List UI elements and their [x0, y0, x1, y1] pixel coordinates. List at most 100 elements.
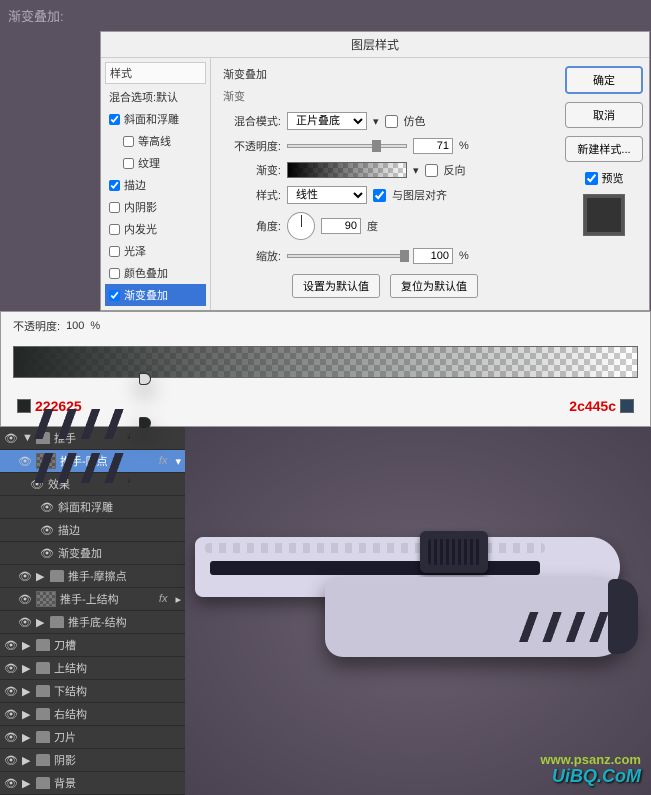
preview-swatch: [583, 194, 625, 236]
eye-icon[interactable]: 👁: [4, 662, 18, 675]
blend-options[interactable]: 混合选项:默认: [105, 86, 206, 108]
layer-group-bg[interactable]: 👁▶背景: [0, 772, 185, 795]
coloroverlay-checkbox[interactable]: [109, 268, 120, 279]
dialog-title: 图层样式: [101, 32, 649, 58]
eye-icon[interactable]: 👁: [18, 570, 32, 583]
style-contour[interactable]: 等高线: [105, 130, 206, 152]
knife-slider: [420, 531, 488, 573]
eye-icon[interactable]: 👁: [4, 639, 18, 652]
color-stop-left[interactable]: [9, 377, 21, 391]
gradientoverlay-checkbox[interactable]: [109, 290, 120, 301]
layer-group-upper[interactable]: 👁▶上结构: [0, 657, 185, 680]
reverse-checkbox[interactable]: [425, 164, 438, 177]
dropdown-icon[interactable]: ▾: [373, 115, 379, 128]
eye-icon[interactable]: 👁: [4, 777, 18, 790]
color-stop-right[interactable]: [630, 377, 642, 391]
gradient-bar[interactable]: [13, 346, 638, 378]
effect-gradient[interactable]: 👁渐变叠加: [0, 542, 185, 565]
bevel-checkbox[interactable]: [109, 114, 120, 125]
cancel-button[interactable]: 取消: [565, 102, 643, 128]
folder-icon: [36, 777, 50, 789]
gradient-editor: 不透明度: 100 % 222625 2c445c: [0, 311, 651, 427]
arrow-icon[interactable]: ▶: [22, 731, 32, 744]
effect-stroke[interactable]: 👁描边: [0, 519, 185, 542]
angle-dial[interactable]: [287, 212, 315, 240]
fx-badge[interactable]: fx: [159, 455, 172, 467]
folder-icon: [36, 754, 50, 766]
eye-icon[interactable]: 👁: [4, 685, 18, 698]
layer-bottom[interactable]: 👁▶推手底-结构: [0, 611, 185, 634]
arrow-icon[interactable]: ▶: [22, 708, 32, 721]
style-inner-glow[interactable]: 内发光: [105, 218, 206, 240]
layer-group-blade[interactable]: 👁▶刀片: [0, 726, 185, 749]
effect-bevel[interactable]: 👁斜面和浮雕: [0, 496, 185, 519]
texture-checkbox[interactable]: [123, 158, 134, 169]
eye-icon[interactable]: 👁: [40, 547, 54, 560]
layer-group-right[interactable]: 👁▶右结构: [0, 703, 185, 726]
arrow-icon[interactable]: ▶: [22, 685, 32, 698]
preview-checkbox[interactable]: [585, 172, 598, 185]
percent: %: [459, 140, 469, 152]
folder-icon: [36, 731, 50, 743]
innershadow-checkbox[interactable]: [109, 202, 120, 213]
style-texture[interactable]: 纹理: [105, 152, 206, 174]
arrow-icon[interactable]: ▶: [36, 570, 46, 583]
arrow-icon[interactable]: ▶: [22, 662, 32, 675]
reset-default-button[interactable]: 复位为默认值: [390, 274, 478, 298]
style-color-overlay[interactable]: 颜色叠加: [105, 262, 206, 284]
watermark2: www.psanz.com: [540, 752, 641, 767]
chevron-right-icon[interactable]: ▸: [175, 593, 181, 606]
dropdown-icon[interactable]: ▾: [413, 164, 419, 177]
align-checkbox[interactable]: [373, 189, 386, 202]
opacity-stop-left[interactable]: [9, 333, 21, 347]
contour-checkbox[interactable]: [123, 136, 134, 147]
folder-icon: [50, 616, 64, 628]
arrow-icon[interactable]: ▶: [22, 754, 32, 767]
layer-upper[interactable]: 👁推手-上结构fx▸: [0, 588, 185, 611]
gradient-preview[interactable]: [287, 162, 407, 178]
dither-checkbox[interactable]: [385, 115, 398, 128]
opacity-stop-right[interactable]: [630, 333, 642, 347]
layer-group-shadow[interactable]: 👁▶阴影: [0, 749, 185, 772]
arrow-icon[interactable]: ▶: [22, 639, 32, 652]
opacity-slider[interactable]: [287, 144, 407, 148]
layer-thumb: [36, 591, 56, 607]
opacity-input[interactable]: [413, 138, 453, 154]
dither-label: 仿色: [404, 113, 426, 129]
eye-icon[interactable]: 👁: [18, 616, 32, 629]
blend-mode-select[interactable]: 正片叠底: [287, 112, 367, 130]
arrow-icon[interactable]: ▶: [22, 777, 32, 790]
fx-badge[interactable]: fx: [159, 593, 172, 605]
scale-input[interactable]: [413, 248, 453, 264]
layer-group-lower[interactable]: 👁▶下结构: [0, 680, 185, 703]
eye-icon[interactable]: 👁: [4, 708, 18, 721]
align-label: 与图层对齐: [392, 187, 447, 203]
knife-end: [608, 579, 638, 654]
eye-icon[interactable]: 👁: [18, 593, 32, 606]
angle-input[interactable]: [321, 218, 361, 234]
style-select[interactable]: 线性: [287, 186, 367, 204]
layer-group-slot[interactable]: 👁▶刀槽: [0, 634, 185, 657]
chevron-down-icon[interactable]: ▾: [175, 455, 181, 468]
style-stroke[interactable]: 描边: [105, 174, 206, 196]
style-inner-shadow[interactable]: 内阴影: [105, 196, 206, 218]
eye-icon[interactable]: 👁: [4, 731, 18, 744]
style-satin[interactable]: 光泽: [105, 240, 206, 262]
innerglow-checkbox[interactable]: [109, 224, 120, 235]
scale-slider[interactable]: [287, 254, 407, 258]
eye-icon[interactable]: 👁: [4, 754, 18, 767]
new-style-button[interactable]: 新建样式...: [565, 136, 643, 162]
eye-icon[interactable]: 👁: [40, 524, 54, 537]
stroke-checkbox[interactable]: [109, 180, 120, 191]
section-title: 渐变叠加: [223, 66, 547, 82]
layer-friction[interactable]: 👁▶推手-摩擦点: [0, 565, 185, 588]
arrow-icon[interactable]: ▶: [36, 616, 46, 629]
style-bevel[interactable]: 斜面和浮雕: [105, 108, 206, 130]
satin-checkbox[interactable]: [109, 246, 120, 257]
styles-header: 样式: [105, 62, 206, 84]
eye-icon[interactable]: 👁: [4, 432, 18, 445]
set-default-button[interactable]: 设置为默认值: [292, 274, 380, 298]
style-gradient-overlay[interactable]: 渐变叠加: [105, 284, 206, 306]
ok-button[interactable]: 确定: [565, 66, 643, 94]
eye-icon[interactable]: 👁: [40, 501, 54, 514]
